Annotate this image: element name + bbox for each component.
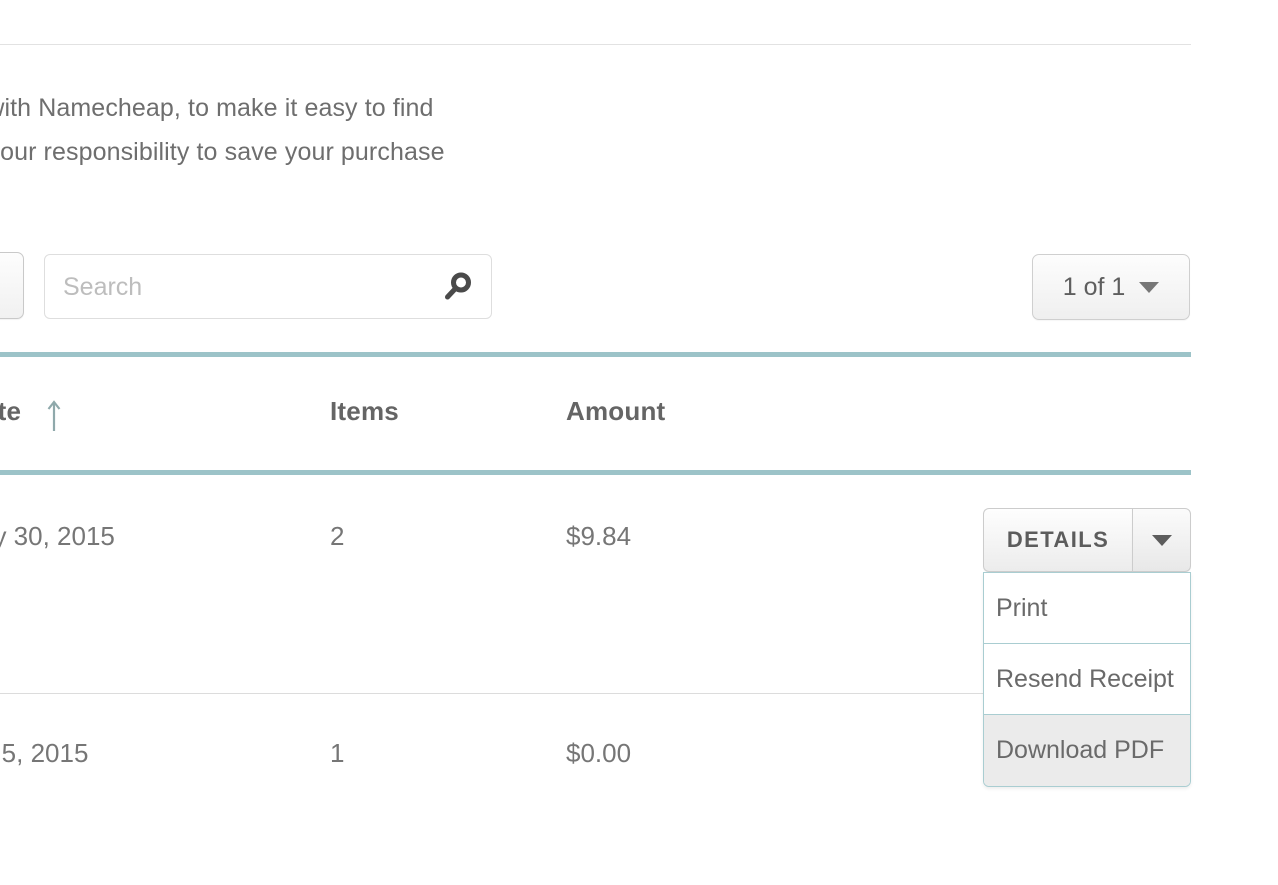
- menu-item-download-pdf[interactable]: Download PDF: [984, 715, 1190, 786]
- table-top-rule: [0, 352, 1191, 357]
- top-divider: [0, 44, 1191, 45]
- pagination-label: 1 of 1: [1062, 272, 1126, 301]
- column-header-items[interactable]: Items: [330, 396, 399, 427]
- chevron-down-icon: [1139, 281, 1160, 293]
- table-toolbar: 1 of 1: [0, 252, 1191, 322]
- table-row: $9.84: [566, 521, 632, 551]
- details-button[interactable]: DETAILS: [983, 508, 1132, 572]
- details-dropdown-menu: Print Resend Receipt Download PDF: [983, 572, 1191, 787]
- table-row: $0.00: [566, 738, 632, 768]
- table-row: 1: [330, 738, 345, 768]
- details-split-button: DETAILS: [983, 508, 1191, 572]
- table-header-rule: [0, 470, 1191, 475]
- arrow-up-icon: [46, 398, 62, 432]
- details-dropdown-toggle[interactable]: [1132, 508, 1191, 572]
- table-row: 2: [330, 521, 345, 551]
- search-input[interactable]: [61, 255, 435, 320]
- column-header-date[interactable]: ate: [0, 396, 21, 427]
- search-box[interactable]: [44, 254, 492, 320]
- column-header-amount[interactable]: Amount: [566, 396, 665, 427]
- menu-item-resend-receipt[interactable]: Resend Receipt: [984, 644, 1190, 715]
- table-row: ay 30, 2015: [0, 521, 115, 551]
- chevron-down-icon: [1151, 534, 1172, 546]
- intro-paragraph: You've placed with Namecheap, to make it…: [0, 94, 445, 166]
- menu-item-print[interactable]: Print: [984, 573, 1190, 644]
- details-button-label: DETAILS: [1006, 527, 1110, 552]
- filter-button[interactable]: [0, 252, 24, 319]
- search-icon[interactable]: [442, 271, 474, 303]
- table-row-divider: [0, 693, 983, 694]
- table-header: ate Items Amount: [0, 396, 1191, 438]
- table-row: n 5, 2015: [0, 738, 89, 768]
- pagination-dropdown[interactable]: 1 of 1: [1032, 254, 1190, 320]
